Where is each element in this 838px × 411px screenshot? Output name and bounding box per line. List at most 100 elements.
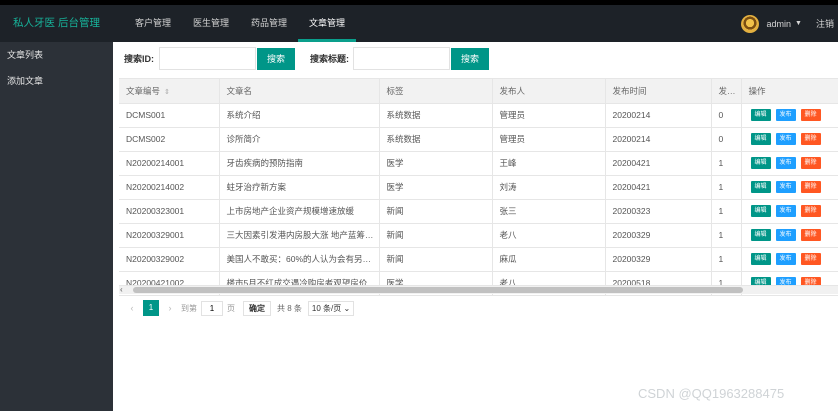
cell-tag: 医学 — [379, 175, 493, 200]
logout-link[interactable]: 注销 — [816, 17, 834, 30]
cell-publish-time: 20200329 — [605, 247, 712, 272]
col-header-publish-status: 发布状 — [711, 79, 742, 104]
publish-button[interactable]: 发布 — [775, 229, 796, 241]
search-bar: 搜索ID: 搜索 搜索标题: 搜索 — [113, 42, 838, 75]
cell-publisher: 刘涛 — [492, 175, 606, 200]
edit-button[interactable]: 编辑 — [750, 253, 771, 265]
cell-tag: 系统数据 — [379, 127, 493, 152]
nav-article-management[interactable]: 文章管理 — [298, 5, 357, 42]
cell-publish-status: 0 — [711, 103, 742, 128]
table-row[interactable]: N20200214002 蛀牙治疗新方案 医学 刘涛 20200421 1 编辑 发布 删除 — [119, 175, 838, 200]
cell-publish-status: 1 — [711, 223, 742, 248]
watermark: CSDN @QQ1963288475 — [638, 386, 785, 401]
search-id-label: 搜索ID: — [124, 54, 154, 64]
delete-button[interactable]: 删除 — [800, 181, 821, 193]
page-size-select[interactable]: 10 条/页 ⌄ — [307, 300, 355, 316]
delete-button[interactable]: 删除 — [800, 205, 821, 217]
edit-button[interactable]: 编辑 — [750, 229, 771, 241]
publish-button[interactable]: 发布 — [775, 253, 796, 265]
cell-article-id: N20200214001 — [119, 151, 220, 176]
cell-publish-time: 20200214 — [605, 103, 712, 128]
pagination: ‹ 1 › 到第 页 确定 共 8 条 10 条/页 ⌄ — [125, 299, 355, 317]
search-title-label: 搜索标题: — [310, 54, 349, 64]
cell-publish-status: 0 — [711, 127, 742, 152]
sidebar-item-add-article[interactable]: 添加文章 — [0, 68, 113, 94]
col-header-article-id[interactable]: 文章编号 ⇕ — [119, 79, 220, 104]
delete-button[interactable]: 删除 — [800, 157, 821, 169]
nav-doctor-management[interactable]: 医生管理 — [182, 5, 240, 42]
delete-button[interactable]: 删除 — [800, 229, 821, 241]
cell-article-name: 诊所简介 — [219, 127, 380, 152]
avatar[interactable] — [740, 14, 759, 33]
cell-publish-status: 1 — [711, 175, 742, 200]
table-row[interactable]: DCMS002 诊所简介 系统数据 管理员 20200214 0 编辑 发布 删除 — [119, 127, 838, 152]
delete-button[interactable]: 删除 — [800, 133, 821, 145]
cell-article-name: 蛀牙治疗新方案 — [219, 175, 380, 200]
table-row[interactable]: N20200329001 三大因素引发港内房股大涨 地产蓝筹股领涨 新闻 老八 2020… — [119, 223, 838, 248]
scrollbar-thumb[interactable] — [133, 287, 743, 293]
caret-down-icon[interactable]: ▼ — [795, 20, 802, 27]
chevron-right-icon[interactable]: › — [163, 303, 177, 313]
search-id-input[interactable] — [159, 47, 256, 70]
delete-button[interactable]: 删除 — [800, 253, 821, 265]
cell-publish-status: 1 — [711, 247, 742, 272]
page-jump-input[interactable] — [201, 300, 223, 316]
cell-tag: 系统数据 — [379, 103, 493, 128]
page-number-current[interactable]: 1 — [143, 300, 159, 316]
cell-publish-status: 1 — [711, 151, 742, 176]
main-content: 搜索ID: 搜索 搜索标题: 搜索 文章编号 ⇕ 文章名 标签 发布人 发布时间 … — [113, 42, 838, 411]
edit-button[interactable]: 编辑 — [750, 157, 771, 169]
scroll-left-icon[interactable]: ‹ — [120, 285, 123, 294]
nav-customer-management[interactable]: 客户管理 — [124, 5, 182, 42]
cell-publish-time: 20200421 — [605, 175, 712, 200]
publish-button[interactable]: 发布 — [775, 133, 796, 145]
cell-article-id: N20200323001 — [119, 199, 220, 224]
cell-publisher: 王峰 — [492, 151, 606, 176]
cell-article-name: 上市房地产企业资产规模增速放缓 — [219, 199, 380, 224]
sort-icon[interactable]: ⇕ — [164, 88, 170, 96]
cell-actions: 编辑 发布 删除 — [741, 151, 838, 176]
table-row[interactable]: N20200214001 牙齿疾病的预防指南 医学 王峰 20200421 1 编辑 发布 删除 — [119, 151, 838, 176]
app-logo[interactable]: 私人牙医 后台管理 — [0, 5, 113, 42]
cell-tag: 新闻 — [379, 247, 493, 272]
search-title-button[interactable]: 搜索 — [451, 48, 489, 70]
user-name[interactable]: admin — [767, 19, 792, 29]
cell-article-name: 牙齿疾病的预防指南 — [219, 151, 380, 176]
edit-button[interactable]: 编辑 — [750, 181, 771, 193]
col-header-actions: 操作 — [741, 79, 838, 104]
search-id-button[interactable]: 搜索 — [257, 48, 295, 70]
table-body: DCMS001 系统介绍 系统数据 管理员 20200214 0 编辑 发布 删除 DCMS002… — [119, 103, 838, 296]
search-title-input[interactable] — [353, 47, 450, 70]
cell-article-id: DCMS002 — [119, 127, 220, 152]
table-row[interactable]: N20200329002美国人不敢买：60%的人认为会有另一轮下跌新闻麻瓜202… — [119, 247, 838, 272]
cell-tag: 新闻 — [379, 199, 493, 224]
cell-tag: 新闻 — [379, 223, 493, 248]
table-row[interactable]: N20200323001 上市房地产企业资产规模增速放缓 新闻 张三 20200323 1… — [119, 199, 838, 224]
cell-publish-time: 20200421 — [605, 151, 712, 176]
nav-medicine-management[interactable]: 药品管理 — [240, 5, 298, 42]
col-header-tag: 标签 — [379, 79, 493, 104]
col-header-article-name: 文章名 — [219, 79, 380, 104]
publish-button[interactable]: 发布 — [775, 109, 796, 121]
edit-button[interactable]: 编辑 — [750, 109, 771, 121]
article-table: 文章编号⇕ 文章名 标签 发布人 发布时间 发布状 操作 DCMS001系统介绍… — [119, 78, 838, 296]
publish-button[interactable]: 发布 — [775, 157, 796, 169]
delete-button[interactable]: 删除 — [800, 109, 821, 121]
edit-button[interactable]: 编辑 — [750, 133, 771, 145]
chevron-left-icon[interactable]: ‹ — [125, 303, 139, 313]
edit-button[interactable]: 编辑 — [750, 205, 771, 217]
cell-article-name: 美国人不敢买：60%的人认为会有另一轮下跌 — [219, 247, 380, 272]
cell-tag: 医学 — [379, 151, 493, 176]
publish-button[interactable]: 发布 — [775, 205, 796, 217]
cell-article-id: N20200329001 — [119, 223, 220, 248]
cell-article-id: N20200329002 — [119, 247, 220, 272]
sidebar-item-article-list[interactable]: 文章列表 — [0, 42, 113, 68]
page-confirm-button[interactable]: 确定 — [243, 300, 271, 316]
cell-actions: 编辑 发布 删除 — [741, 223, 838, 248]
cell-publisher: 管理员 — [492, 127, 606, 152]
horizontal-scrollbar[interactable]: ‹ — [119, 285, 838, 294]
publish-button[interactable]: 发布 — [775, 181, 796, 193]
table-header-row: 文章编号⇕ 文章名 标签 发布人 发布时间 发布状 操作 — [119, 79, 838, 104]
user-area: admin ▼ 注销 — [740, 5, 838, 42]
table-row[interactable]: DCMS001 系统介绍 系统数据 管理员 20200214 0 编辑 发布 删除 — [119, 103, 838, 128]
